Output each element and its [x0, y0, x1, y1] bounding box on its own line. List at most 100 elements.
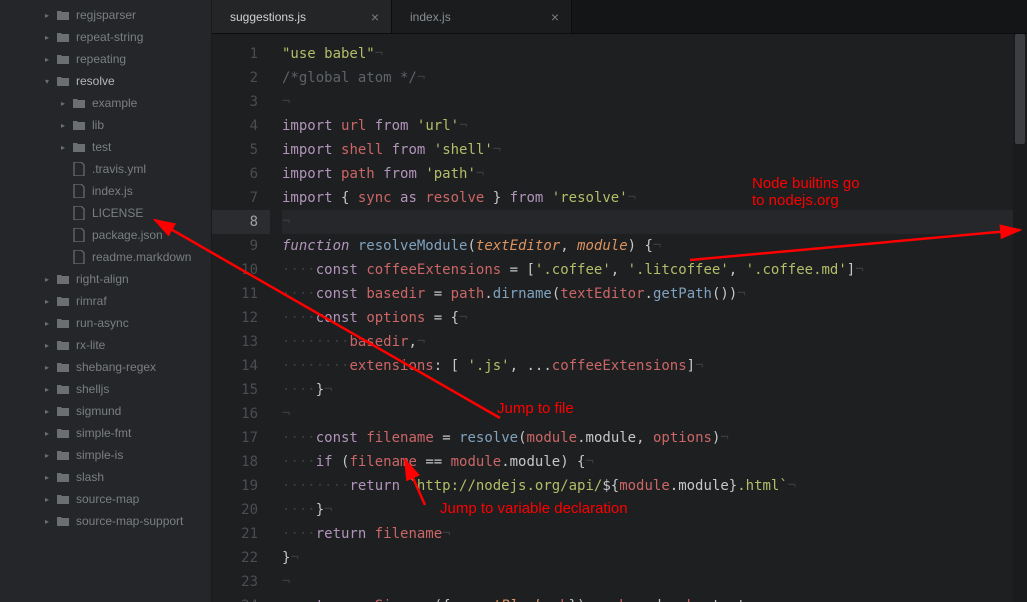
line-number[interactable]: 19 — [212, 474, 258, 498]
disclosure-triangle-icon[interactable]: ▸ — [40, 407, 54, 416]
disclosure-triangle-icon[interactable]: ▸ — [40, 341, 54, 350]
tree-file[interactable]: .travis.yml — [0, 158, 211, 180]
code-line[interactable]: ¬ — [282, 210, 1027, 234]
disclosure-triangle-icon[interactable]: ▸ — [40, 33, 54, 42]
line-number[interactable]: 12 — [212, 306, 258, 330]
code-area[interactable]: 123456789101112131415161718192021222324 … — [212, 34, 1027, 602]
line-number[interactable]: 4 — [212, 114, 258, 138]
code-line[interactable]: "use babel"¬ — [282, 42, 1027, 66]
line-number[interactable]: 17 — [212, 426, 258, 450]
tree-folder[interactable]: ▸rx-lite — [0, 334, 211, 356]
code-line[interactable]: ········basedir,¬ — [282, 330, 1027, 354]
tree-folder[interactable]: ▸source-map-support — [0, 510, 211, 532]
tree-file[interactable]: index.js — [0, 180, 211, 202]
disclosure-triangle-icon[interactable]: ▸ — [40, 319, 54, 328]
scrollbar-thumb[interactable] — [1015, 34, 1025, 144]
tree-folder[interactable]: ▸slash — [0, 466, 211, 488]
code[interactable]: "use babel"¬/*global atom */¬¬import url… — [270, 34, 1027, 602]
tree-folder[interactable]: ▸shelljs — [0, 378, 211, 400]
code-line[interactable]: ········return `http://nodejs.org/api/${… — [282, 474, 1027, 498]
line-number[interactable]: 8 — [212, 210, 270, 234]
tree-folder[interactable]: ▸simple-is — [0, 444, 211, 466]
code-line[interactable]: ····}¬ — [282, 378, 1027, 402]
line-number[interactable]: 22 — [212, 546, 258, 570]
line-number[interactable]: 13 — [212, 330, 258, 354]
disclosure-triangle-icon[interactable]: ▸ — [40, 429, 54, 438]
code-line[interactable]: ····}¬ — [282, 498, 1027, 522]
tree-folder[interactable]: ▸example — [0, 92, 211, 114]
tree-folder[interactable]: ▾resolve — [0, 70, 211, 92]
line-number[interactable]: 6 — [212, 162, 258, 186]
editor-tab[interactable]: index.js× — [392, 0, 572, 33]
code-line[interactable]: ····const options = {¬ — [282, 306, 1027, 330]
close-icon[interactable]: × — [551, 9, 559, 25]
project-tree[interactable]: ▸regjsparser▸repeat-string▸repeating▾res… — [0, 0, 212, 602]
tree-folder[interactable]: ▸rimraf — [0, 290, 211, 312]
tree-folder[interactable]: ▸source-map — [0, 488, 211, 510]
code-line[interactable]: }¬ — [282, 546, 1027, 570]
tree-file[interactable]: readme.markdown — [0, 246, 211, 268]
code-line[interactable]: import shell from 'shell'¬ — [282, 138, 1027, 162]
code-line[interactable]: import url from 'url'¬ — [282, 114, 1027, 138]
disclosure-triangle-icon[interactable]: ▸ — [40, 297, 54, 306]
code-line[interactable]: ····return filename¬ — [282, 522, 1027, 546]
disclosure-triangle-icon[interactable]: ▸ — [40, 363, 54, 372]
code-line[interactable]: ¬ — [282, 570, 1027, 594]
tree-folder[interactable]: ▸sigmund — [0, 400, 211, 422]
disclosure-triangle-icon[interactable]: ▸ — [40, 55, 54, 64]
line-number[interactable]: 15 — [212, 378, 258, 402]
tree-file[interactable]: LICENSE — [0, 202, 211, 224]
line-number[interactable]: 16 — [212, 402, 258, 426]
code-line[interactable]: import { sync as resolve } from 'resolve… — [282, 186, 1027, 210]
disclosure-triangle-icon[interactable]: ▸ — [40, 473, 54, 482]
code-line[interactable]: ····const filename = resolve(module.modu… — [282, 426, 1027, 450]
line-number[interactable]: 24 — [212, 594, 258, 602]
disclosure-triangle-icon[interactable]: ▸ — [40, 517, 54, 526]
line-number[interactable]: 5 — [212, 138, 258, 162]
disclosure-triangle-icon[interactable]: ▸ — [40, 385, 54, 394]
code-line[interactable]: /*global atom */¬ — [282, 66, 1027, 90]
line-number[interactable]: 23 — [212, 570, 258, 594]
disclosure-triangle-icon[interactable]: ▸ — [40, 275, 54, 284]
tree-folder[interactable]: ▸simple-fmt — [0, 422, 211, 444]
disclosure-triangle-icon[interactable]: ▸ — [40, 11, 54, 20]
tree-folder[interactable]: ▸regjsparser — [0, 4, 211, 26]
line-number[interactable]: 3 — [212, 90, 258, 114]
line-number[interactable]: 2 — [212, 66, 258, 90]
tree-folder[interactable]: ▸repeat-string — [0, 26, 211, 48]
tree-folder[interactable]: ▸run-async — [0, 312, 211, 334]
disclosure-triangle-icon[interactable]: ▸ — [56, 121, 70, 130]
line-number[interactable]: 10 — [212, 258, 258, 282]
tree-folder[interactable]: ▸test — [0, 136, 211, 158]
disclosure-triangle-icon[interactable]: ▾ — [40, 77, 54, 86]
line-number[interactable]: 1 — [212, 42, 258, 66]
vertical-scrollbar[interactable] — [1013, 34, 1027, 602]
code-line[interactable]: ········extensions: [ '.js', ...coffeeEx… — [282, 354, 1027, 378]
code-line[interactable]: const scopeSize = ({parentBlock: b}) => … — [282, 594, 1027, 602]
line-number[interactable]: 9 — [212, 234, 258, 258]
close-icon[interactable]: × — [371, 9, 379, 25]
tree-folder[interactable]: ▸lib — [0, 114, 211, 136]
line-number[interactable]: 21 — [212, 522, 258, 546]
disclosure-triangle-icon[interactable]: ▸ — [56, 99, 70, 108]
editor-tab[interactable]: suggestions.js× — [212, 0, 392, 33]
code-line[interactable]: ¬ — [282, 402, 1027, 426]
disclosure-triangle-icon[interactable]: ▸ — [40, 495, 54, 504]
disclosure-triangle-icon[interactable]: ▸ — [40, 451, 54, 460]
code-line[interactable]: ····if (filename == module.module) {¬ — [282, 450, 1027, 474]
code-line[interactable]: ····const coffeeExtensions = ['.coffee',… — [282, 258, 1027, 282]
disclosure-triangle-icon[interactable]: ▸ — [56, 143, 70, 152]
code-line[interactable]: ····const basedir = path.dirname(textEdi… — [282, 282, 1027, 306]
line-number[interactable]: 18 — [212, 450, 258, 474]
tree-file[interactable]: package.json — [0, 224, 211, 246]
tree-folder[interactable]: ▸shebang-regex — [0, 356, 211, 378]
line-number[interactable]: 11 — [212, 282, 258, 306]
tree-folder[interactable]: ▸repeating — [0, 48, 211, 70]
code-line[interactable]: function resolveModule(textEditor, modul… — [282, 234, 1027, 258]
line-number[interactable]: 7 — [212, 186, 258, 210]
code-line[interactable]: ¬ — [282, 90, 1027, 114]
tree-folder[interactable]: ▸right-align — [0, 268, 211, 290]
code-line[interactable]: import path from 'path'¬ — [282, 162, 1027, 186]
line-number[interactable]: 20 — [212, 498, 258, 522]
line-number[interactable]: 14 — [212, 354, 258, 378]
